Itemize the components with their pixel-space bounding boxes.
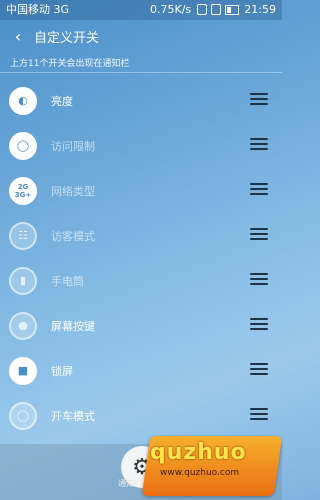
- row-label: 锁屏: [51, 364, 73, 378]
- network-type-icon: 2G 3G+: [9, 176, 37, 205]
- footer-label: 通知栏: [118, 479, 142, 488]
- battery-icon: [225, 5, 239, 15]
- lock-keyhole-icon: ◯: [9, 131, 37, 160]
- screen-keys-icon: ●: [9, 311, 37, 340]
- row-label: 屏幕按键: [51, 319, 95, 333]
- drag-handle-icon[interactable]: [250, 408, 268, 420]
- drag-handle-icon[interactable]: [250, 273, 268, 285]
- clock: 21:59: [244, 3, 276, 16]
- toggle-row-driving-mode[interactable]: ◯ 开车模式: [0, 393, 282, 438]
- row-label: 开车模式: [51, 409, 95, 423]
- toggle-row-screen-keys[interactable]: ● 屏幕按键: [0, 303, 282, 348]
- toggle-row-flashlight[interactable]: ▮ 手电筒: [0, 258, 282, 303]
- toggle-row-access-restriction[interactable]: ◯ 访问限制: [0, 123, 282, 168]
- toggle-row-lock-screen[interactable]: ■ 锁屏: [0, 348, 282, 393]
- network-speed: 0.75K/s: [150, 3, 192, 16]
- guest-mode-icon: ☷: [9, 221, 37, 250]
- signal-icon: [211, 4, 221, 15]
- back-arrow-icon[interactable]: ‹: [6, 20, 30, 52]
- toggle-row-guest-mode[interactable]: ☷ 访客模式: [0, 213, 282, 258]
- watermark-url: www.quzhuo.com: [160, 468, 240, 478]
- flashlight-icon: ▮: [9, 266, 37, 295]
- section-hint: 上方11个开关会出现在通知栏: [10, 59, 130, 69]
- carrier-text: 中国移动 3G: [6, 3, 70, 16]
- toggle-row-network-type[interactable]: 2G 3G+ 网络类型: [0, 168, 282, 213]
- app-header: ‹ 自定义开关: [0, 20, 282, 52]
- drag-handle-icon[interactable]: [250, 318, 268, 330]
- drag-handle-icon[interactable]: [250, 138, 268, 150]
- row-label: 网络类型: [51, 184, 95, 198]
- row-label: 手电筒: [51, 274, 84, 288]
- toggle-row-brightness[interactable]: ◐ 亮度: [0, 78, 282, 123]
- brightness-icon: ◐: [9, 86, 37, 115]
- drag-handle-icon[interactable]: [250, 183, 268, 195]
- drag-handle-icon[interactable]: [250, 228, 268, 240]
- divider: [0, 72, 282, 73]
- alarm-icon: [197, 4, 207, 15]
- steering-wheel-icon: ◯: [9, 401, 37, 430]
- padlock-icon: ■: [9, 356, 37, 385]
- status-icons: [197, 4, 239, 15]
- page-title: 自定义开关: [34, 30, 100, 46]
- row-label: 访问限制: [51, 139, 95, 153]
- toggle-list: ◐ 亮度 ◯ 访问限制 2G 3G+ 网络类型 ☷ 访客模式 ▮ 手电筒 ● 屏…: [0, 78, 282, 438]
- drag-handle-icon[interactable]: [250, 93, 268, 105]
- row-label: 亮度: [51, 94, 73, 108]
- watermark-brand: quzhuo: [150, 440, 247, 465]
- drag-handle-icon[interactable]: [250, 363, 268, 375]
- row-label: 访客模式: [51, 229, 95, 243]
- status-bar: 中国移动 3G 0.75K/s 21:59: [0, 0, 282, 20]
